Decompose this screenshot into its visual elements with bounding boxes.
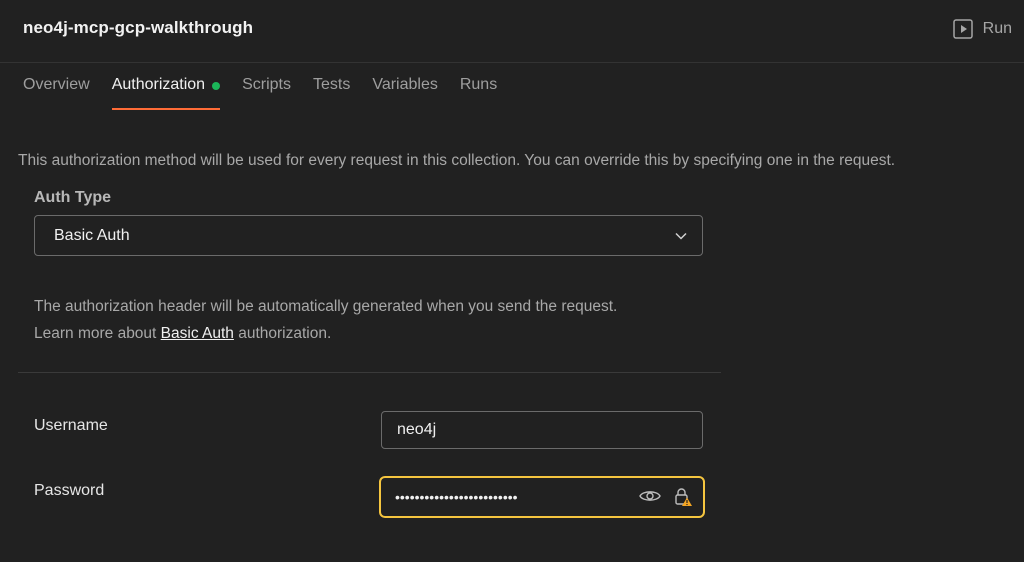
tab-authorization[interactable]: Authorization <box>111 76 221 110</box>
lock-warning-icon[interactable] <box>673 487 693 507</box>
collection-header: neo4j-mcp-gcp-walkthrough Run <box>0 0 1024 63</box>
username-label: Username <box>34 417 108 434</box>
tab-variables[interactable]: Variables <box>372 76 438 110</box>
collection-tabs: Overview Authorization Scripts Tests Var… <box>23 76 497 110</box>
collection-title: neo4j-mcp-gcp-walkthrough <box>23 18 254 37</box>
eye-icon[interactable] <box>639 488 661 504</box>
run-label: Run <box>982 20 1012 37</box>
modified-indicator-dot <box>212 82 221 90</box>
section-divider <box>18 372 721 373</box>
authorization-description: This authorization method will be used f… <box>18 152 896 169</box>
tab-overview[interactable]: Overview <box>23 76 90 110</box>
run-button[interactable]: Run <box>952 18 1012 40</box>
password-label: Password <box>34 482 105 499</box>
username-value: neo4j <box>397 421 437 438</box>
auth-info-text: The authorization header will be automat… <box>34 293 617 347</box>
username-input[interactable]: neo4j <box>381 411 703 449</box>
chevron-down-icon <box>675 232 687 240</box>
auth-type-select[interactable]: Basic Auth <box>34 215 703 256</box>
password-input[interactable]: ••••••••••••••••••••••••• <box>379 476 705 518</box>
auth-type-label: Auth Type <box>34 189 112 206</box>
auth-learn-more-line: Learn more about Basic Auth authorizatio… <box>34 325 332 342</box>
tab-tests[interactable]: Tests <box>313 76 350 110</box>
basic-auth-link[interactable]: Basic Auth <box>161 325 234 342</box>
play-square-icon <box>952 19 973 39</box>
password-masked-value: ••••••••••••••••••••••••• <box>395 489 518 505</box>
auth-type-value: Basic Auth <box>54 226 130 244</box>
auth-info-line: The authorization header will be automat… <box>34 298 618 315</box>
tab-runs[interactable]: Runs <box>460 76 497 110</box>
tab-scripts[interactable]: Scripts <box>242 76 291 110</box>
